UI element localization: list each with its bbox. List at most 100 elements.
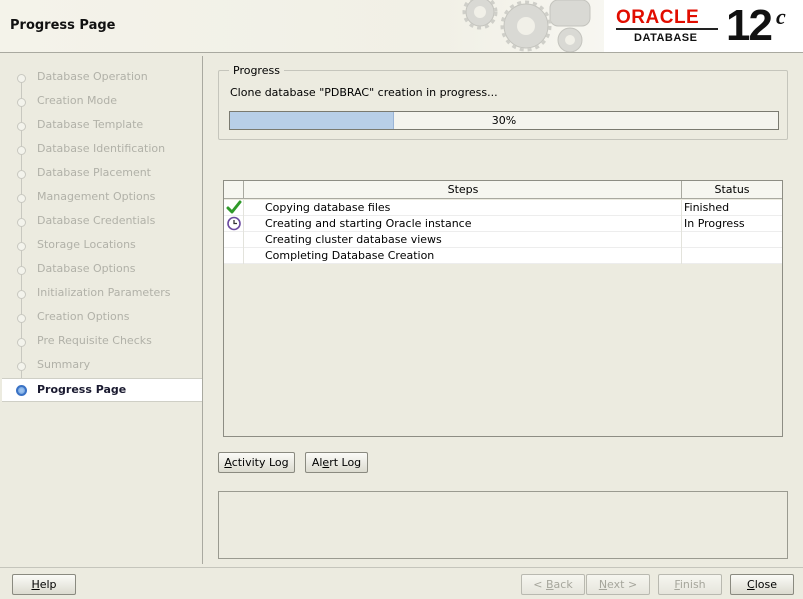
table-row[interactable]: Creating and starting Oracle instance In … — [224, 216, 782, 232]
step-details-panel — [218, 491, 788, 559]
help-label: elp — [39, 578, 57, 591]
progress-group: Progress Clone database "PDBRAC" creatio… — [218, 64, 788, 140]
progress-bar: 30% — [229, 111, 779, 130]
page-title: Progress Page — [10, 18, 116, 33]
oracle-brand-text: ORACLE — [616, 7, 700, 28]
column-header-status[interactable]: Status — [682, 183, 782, 196]
wizard-steps-sidebar: Database Operation Creation Mode Database … — [2, 56, 203, 564]
activity-log-mnemonic: A — [224, 456, 232, 469]
step-marker-icon — [17, 98, 26, 107]
step-name: Completing Database Creation — [265, 249, 435, 262]
sidebar-item-database-options[interactable]: Database Options — [2, 258, 202, 282]
progress-message: Clone database "PDBRAC" creation in prog… — [230, 86, 498, 99]
column-header-steps[interactable]: Steps — [244, 183, 682, 196]
activity-log-label: ctivity Log — [231, 456, 289, 469]
step-marker-icon — [17, 218, 26, 227]
steps-table: Steps Status Copying database files Finis… — [223, 180, 783, 437]
table-header: Steps Status — [224, 181, 782, 199]
sidebar-item-label: Storage Locations — [37, 238, 136, 251]
sidebar-item-label: Progress Page — [37, 383, 127, 396]
back-button[interactable]: < Back — [521, 574, 585, 595]
sidebar-item-label: Database Identification — [37, 142, 166, 155]
sidebar-item-management-options[interactable]: Management Options — [2, 186, 202, 210]
sidebar-item-label: Database Credentials — [37, 214, 156, 227]
sidebar-item-label: Database Placement — [37, 166, 151, 179]
version-number: 12 — [726, 1, 773, 50]
back-label-pre: < — [533, 578, 546, 591]
next-mnemonic: N — [598, 578, 608, 591]
back-mnemonic: B — [546, 578, 554, 591]
close-mnemonic: C — [747, 578, 755, 591]
sidebar-item-storage-locations[interactable]: Storage Locations — [2, 234, 202, 258]
step-marker-icon — [17, 290, 26, 299]
empty-icon-cell — [226, 248, 242, 263]
sidebar-item-progress-page[interactable]: Progress Page — [2, 378, 202, 402]
activity-log-button[interactable]: Activity Log — [218, 452, 295, 473]
column-divider — [243, 216, 244, 232]
clock-icon — [226, 216, 242, 231]
help-button[interactable]: Help — [12, 574, 76, 595]
sidebar-item-database-identification[interactable]: Database Identification — [2, 138, 202, 162]
close-button[interactable]: Close — [730, 574, 794, 595]
step-marker-icon — [17, 146, 26, 155]
sidebar-item-creation-options[interactable]: Creation Options — [2, 306, 202, 330]
sidebar-item-database-operation[interactable]: Database Operation — [2, 66, 202, 90]
step-marker-icon — [17, 194, 26, 203]
logo-divider — [616, 28, 718, 30]
sidebar-item-pre-requisite-checks[interactable]: Pre Requisite Checks — [2, 330, 202, 354]
check-icon — [226, 200, 242, 215]
sidebar-item-creation-mode[interactable]: Creation Mode — [2, 90, 202, 114]
alert-log-label: rt Log — [329, 456, 362, 469]
sidebar-item-label: Pre Requisite Checks — [37, 334, 152, 347]
sidebar-item-label: Database Operation — [37, 70, 148, 83]
next-label: ext > — [607, 578, 638, 591]
sidebar-item-label: Database Options — [37, 262, 136, 275]
column-divider — [243, 200, 244, 216]
step-marker-icon — [16, 385, 27, 396]
progress-percent: 30% — [491, 114, 517, 127]
next-button[interactable]: Next > — [586, 574, 650, 595]
step-marker-icon — [17, 122, 26, 131]
column-divider — [681, 200, 682, 216]
oracle-logo: ORACLE DATABASE 12 c — [604, 0, 803, 52]
sidebar-item-label: Summary — [37, 358, 91, 371]
step-marker-icon — [17, 242, 26, 251]
sidebar-item-label: Creation Options — [37, 310, 130, 323]
alert-log-label-pre: Al — [311, 456, 323, 469]
close-label: lose — [754, 578, 777, 591]
oracle-product-text: DATABASE — [634, 32, 698, 44]
version-suffix: c — [776, 4, 786, 29]
empty-icon-cell — [226, 232, 242, 247]
table-row[interactable]: Creating cluster database views — [224, 232, 782, 248]
sidebar-item-label: Database Template — [37, 118, 144, 131]
alert-log-button[interactable]: Alert Log — [305, 452, 368, 473]
step-marker-icon — [17, 362, 26, 371]
step-status: Finished — [684, 201, 730, 214]
step-marker-icon — [17, 266, 26, 275]
sidebar-item-database-template[interactable]: Database Template — [2, 114, 202, 138]
column-divider — [681, 248, 682, 264]
sidebar-item-label: Creation Mode — [37, 94, 118, 107]
sidebar-item-database-credentials[interactable]: Database Credentials — [2, 210, 202, 234]
column-divider — [243, 232, 244, 248]
table-row[interactable]: Completing Database Creation — [224, 248, 782, 264]
help-mnemonic: H — [31, 578, 40, 591]
gears-graphic — [462, 0, 591, 52]
sidebar-item-database-placement[interactable]: Database Placement — [2, 162, 202, 186]
step-marker-icon — [17, 314, 26, 323]
column-divider — [243, 248, 244, 264]
sidebar-item-initialization-parameters[interactable]: Initialization Parameters — [2, 282, 202, 306]
header-banner: Progress Page ORACLE DATABASE 12 c — [0, 0, 803, 53]
sidebar-item-label: Initialization Parameters — [37, 286, 171, 299]
finish-label: inish — [679, 578, 706, 591]
sidebar-item-summary[interactable]: Summary — [2, 354, 202, 378]
footer-divider — [0, 567, 803, 568]
back-label: ack — [553, 578, 573, 591]
table-row[interactable]: Copying database files Finished — [224, 200, 782, 216]
step-name: Creating and starting Oracle instance — [265, 217, 472, 230]
finish-button[interactable]: Finish — [658, 574, 722, 595]
step-marker-icon — [17, 170, 26, 179]
step-status: In Progress — [684, 217, 745, 230]
step-name: Copying database files — [265, 201, 391, 214]
step-marker-icon — [17, 338, 26, 347]
